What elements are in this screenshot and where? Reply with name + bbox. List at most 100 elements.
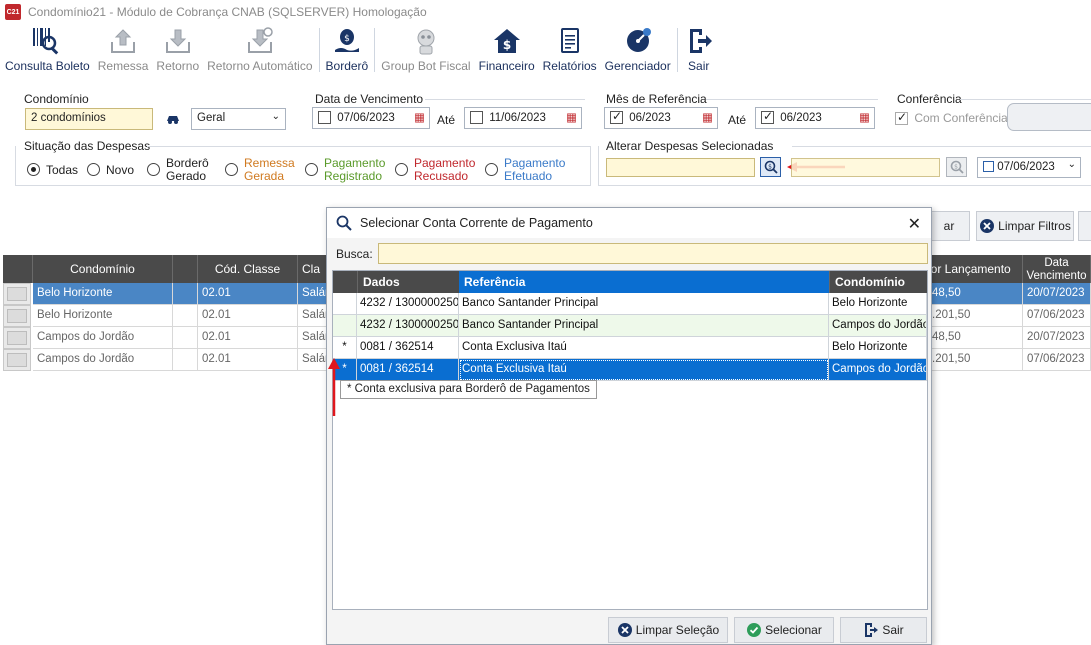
conferencia-checkbox[interactable] bbox=[895, 110, 908, 126]
vencimento-to-field[interactable]: 11/06/2023 ▦ bbox=[464, 107, 582, 129]
bordero-button[interactable]: $ Borderô bbox=[322, 26, 373, 76]
cell-spacer bbox=[173, 305, 198, 327]
vencimento-from-field[interactable]: 07/06/2023 ▦ bbox=[312, 107, 430, 129]
situacao-radio-remessa[interactable] bbox=[225, 163, 238, 176]
row-selector[interactable] bbox=[3, 305, 31, 327]
extra-toolbar-button[interactable] bbox=[1078, 211, 1091, 241]
sair-button[interactable]: Sair bbox=[680, 26, 718, 76]
account-row[interactable]: * 0081 / 362514 Conta Exclusiva Itaú Bel… bbox=[333, 337, 927, 359]
limpar-filtros-button[interactable]: Limpar Filtros bbox=[976, 211, 1074, 241]
cell-cla: Salár bbox=[298, 327, 328, 349]
mes-ref-from-field[interactable]: 06/2023 ▦ bbox=[604, 107, 718, 129]
barcode-search-icon bbox=[30, 26, 64, 56]
account-row[interactable]: 4232 / 1300000250 Banco Santander Princi… bbox=[333, 293, 927, 315]
limpar-selecao-button[interactable]: Limpar Seleção bbox=[608, 617, 728, 643]
retorno-automatico-label: Retorno Automático bbox=[207, 59, 313, 73]
grid-header-cla[interactable]: Cla bbox=[298, 255, 328, 283]
situacao-radio-bordero[interactable] bbox=[147, 163, 160, 176]
accounts-header-condominio[interactable]: Condomínio bbox=[829, 271, 927, 293]
retorno-label: Retorno bbox=[156, 59, 200, 73]
condominio-field[interactable]: 2 condomínios bbox=[25, 108, 153, 130]
gauge-icon bbox=[623, 26, 653, 56]
calendar-icon[interactable]: ▦ bbox=[566, 110, 577, 124]
cell-classe: 02.01 bbox=[198, 283, 298, 305]
cell-vencimento: 07/06/2023 bbox=[1023, 305, 1091, 327]
dialog-sair-label: Sair bbox=[882, 623, 904, 637]
mes-ref-to-field[interactable]: 06/2023 ▦ bbox=[755, 107, 875, 129]
selecionar-button[interactable]: Selecionar bbox=[734, 617, 834, 643]
search-input[interactable] bbox=[378, 243, 928, 264]
account-mark bbox=[333, 293, 357, 315]
row-selector[interactable] bbox=[3, 327, 31, 349]
accounts-header-dados[interactable]: Dados bbox=[357, 271, 459, 293]
situacao-radio-novo[interactable] bbox=[87, 163, 100, 176]
situacao-label-remessa-2: Gerada bbox=[244, 169, 285, 183]
cell-cla: Salár bbox=[298, 305, 328, 327]
close-icon[interactable]: ✕ bbox=[908, 214, 921, 234]
grid-header-selector bbox=[3, 255, 33, 283]
filter-action-label: ar bbox=[943, 219, 955, 233]
cell-classe: 02.01 bbox=[198, 349, 298, 371]
vencimento-from-checkbox[interactable] bbox=[318, 111, 331, 124]
vencimento-to-checkbox[interactable] bbox=[470, 111, 483, 124]
condominio-select-value: Geral bbox=[197, 112, 226, 124]
car-search-icon[interactable] bbox=[165, 111, 183, 130]
situacao-radio-pag-efetuado[interactable] bbox=[485, 163, 498, 176]
mes-ref-until-label: Até bbox=[728, 113, 747, 127]
cell-spacer bbox=[173, 283, 198, 305]
financeiro-button[interactable]: $ Financeiro bbox=[475, 26, 539, 76]
relatorios-button[interactable]: Relatórios bbox=[539, 26, 601, 76]
group-bot-fiscal-button[interactable]: Group Bot Fiscal bbox=[377, 26, 474, 76]
situacao-radio-pag-recusado[interactable] bbox=[395, 163, 408, 176]
account-row-selected[interactable]: * 0081 / 362514 Conta Exclusiva Itaú Cam… bbox=[333, 359, 927, 381]
dialog-title-bar: Selecionar Conta Corrente de Pagamento bbox=[327, 208, 931, 238]
toolbar-separator bbox=[318, 28, 320, 72]
search-icon bbox=[336, 215, 352, 231]
money-search-icon[interactable]: $ bbox=[760, 157, 781, 177]
alterar-account-field[interactable] bbox=[606, 158, 755, 177]
group-line bbox=[425, 99, 585, 100]
svg-text:$: $ bbox=[768, 164, 772, 171]
situacao-radio-todas[interactable] bbox=[27, 163, 40, 176]
alterar-date-checkbox[interactable] bbox=[983, 161, 994, 173]
grid-header-vencimento[interactable]: Data Vencimento bbox=[1023, 255, 1091, 283]
row-selector[interactable] bbox=[3, 349, 31, 371]
money-search-disabled-icon[interactable]: $ bbox=[946, 157, 967, 177]
consulta-boleto-label: Consulta Boleto bbox=[5, 59, 90, 73]
calendar-icon[interactable]: ▦ bbox=[414, 110, 425, 124]
situacao-label-pag-efetuado-2: Efetuado bbox=[504, 169, 553, 183]
conferencia-checkbox-row[interactable]: Com Conferência bbox=[895, 110, 1008, 126]
situacao-label-bordero-2: Gerado bbox=[166, 169, 207, 183]
remessa-button[interactable]: Remessa bbox=[94, 26, 153, 76]
calendar-icon[interactable]: ▦ bbox=[859, 110, 870, 124]
cell-spacer bbox=[173, 327, 198, 349]
financeiro-label: Financeiro bbox=[478, 59, 535, 73]
account-row[interactable]: 4232 / 1300000250 Banco Santander Princi… bbox=[333, 315, 927, 337]
alterar-second-field[interactable] bbox=[791, 158, 940, 177]
alterar-date-field[interactable]: 07/06/2023 ⌄ bbox=[977, 157, 1081, 178]
grid-header-classe[interactable]: Cód. Classe bbox=[198, 255, 298, 283]
gerenciador-button[interactable]: Gerenciador bbox=[601, 26, 675, 76]
dialog-sair-button[interactable]: Sair bbox=[840, 617, 927, 643]
grid-header-valor[interactable]: lor Lançamento bbox=[928, 255, 1023, 283]
main-toolbar: Consulta Boleto Remessa Retorno Retorno … bbox=[0, 24, 1091, 76]
account-condominio: Campos do Jordão bbox=[829, 359, 927, 381]
retorno-automatico-button[interactable]: Retorno Automático bbox=[203, 26, 316, 76]
conferencia-button[interactable] bbox=[1007, 103, 1091, 131]
consulta-boleto-button[interactable]: Consulta Boleto bbox=[0, 26, 94, 76]
mes-ref-to-checkbox[interactable] bbox=[761, 109, 774, 124]
calendar-icon[interactable]: ▦ bbox=[702, 110, 713, 124]
grid-header-condominio[interactable]: Condomínio bbox=[33, 255, 173, 283]
retorno-button[interactable]: Retorno bbox=[152, 26, 203, 76]
condominio-select[interactable]: Geral ⌄ bbox=[191, 108, 286, 130]
mes-ref-from-checkbox[interactable] bbox=[610, 109, 623, 124]
condominio-group-title: Condomínio bbox=[24, 92, 89, 106]
situacao-radio-pag-registrado[interactable] bbox=[305, 163, 318, 176]
chevron-down-icon: ⌄ bbox=[271, 111, 280, 122]
cell-condominio: Campos do Jordão bbox=[33, 327, 173, 349]
row-selector[interactable] bbox=[3, 283, 31, 305]
accounts-header-referencia[interactable]: Referência bbox=[459, 271, 829, 293]
cell-vencimento: 20/07/2023 bbox=[1023, 327, 1091, 349]
vencimento-to-value: 11/06/2023 bbox=[489, 111, 546, 124]
select-account-dialog: Selecionar Conta Corrente de Pagamento ✕… bbox=[326, 207, 932, 645]
